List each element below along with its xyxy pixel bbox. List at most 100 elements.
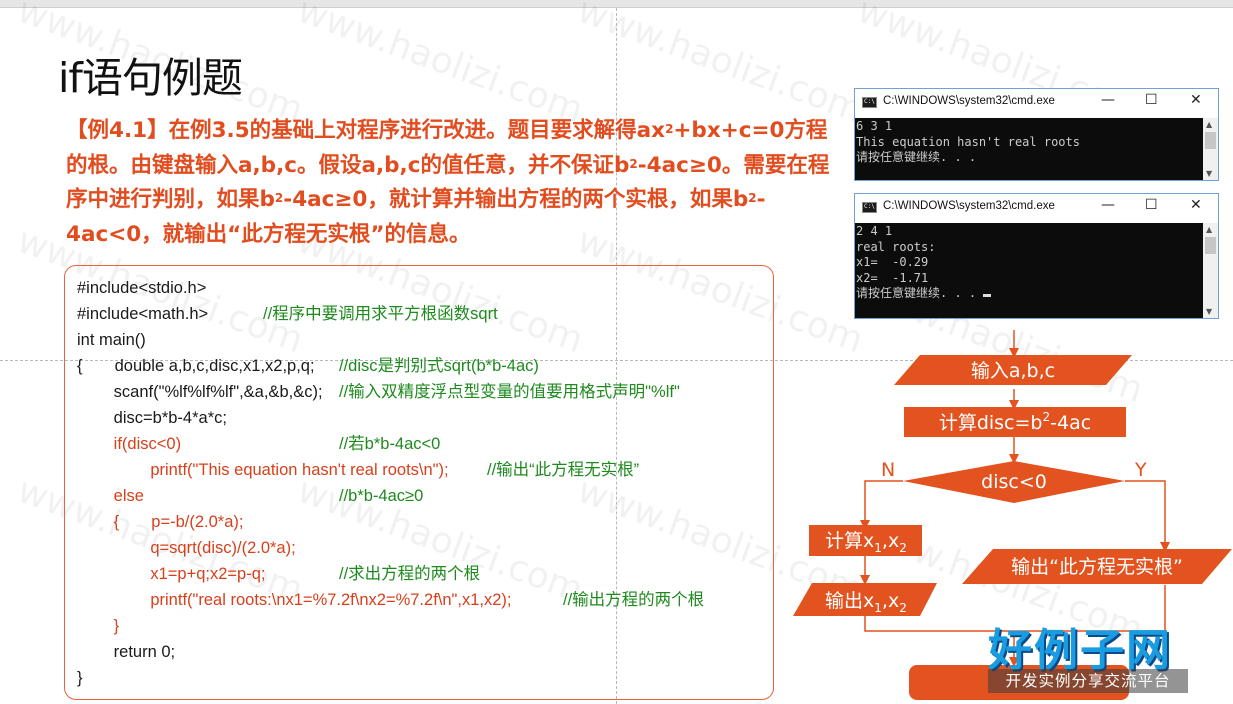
intro-text: 【例4.1】在例3.5的基础上对程序进行改进。题目要求解得ax xyxy=(66,118,666,143)
code-text: disc=b*b-4*a*c; xyxy=(77,409,227,427)
code-text: { double a,b,c,disc,x1,x2,p,q; xyxy=(77,357,315,375)
code-line: printf("real roots:\nx1=%7.2f\nx2=%7.2f\… xyxy=(77,587,773,613)
scrollbar-thumb[interactable] xyxy=(1205,237,1216,254)
console-window-2[interactable]: C:\WINDOWS\system32\cmd.exe — ☐ ✕ 2 4 1r… xyxy=(854,193,1219,319)
console-output: 6 3 1 This equation hasn't real roots 请按任意… xyxy=(855,118,1218,180)
code-comment: //输出方程的两个根 xyxy=(563,591,705,609)
console-text: 2 4 1 real roots: x1= -0.29 x2= -1.71 请按任意键继… xyxy=(855,223,1218,302)
code-line: } xyxy=(77,613,773,639)
close-button[interactable]: ✕ xyxy=(1190,92,1202,108)
code-comment: //求出方程的两个根 xyxy=(339,565,481,583)
code-line: { p=-b/(2.0*a); xyxy=(77,509,773,535)
code-text: return 0; xyxy=(77,643,176,661)
scroll-up-icon[interactable]: ▲ xyxy=(1206,225,1212,234)
subscript: 2 xyxy=(899,601,907,615)
scrollbar[interactable]: ▲ ▼ xyxy=(1203,118,1218,180)
code-line: if(disc<0) //若b*b-4ac<0 xyxy=(77,431,773,457)
code-text: } xyxy=(77,669,83,687)
code-line: else //b*b-4ac≥0 xyxy=(77,483,773,509)
cmd-icon xyxy=(862,202,877,213)
code-text: { p=-b/(2.0*a); xyxy=(77,513,244,531)
slide-title: if语句例题 xyxy=(58,54,243,102)
console-titlebar[interactable]: C:\WINDOWS\system32\cmd.exe — ☐ ✕ xyxy=(855,194,1218,223)
code-text: x1=p+q;x2=p-q; xyxy=(77,565,266,583)
code-line: printf("This equation hasn't real roots\… xyxy=(77,457,773,483)
scroll-up-icon[interactable]: ▲ xyxy=(1206,120,1212,129)
code-comment: //b*b-4ac≥0 xyxy=(339,487,424,505)
compute-disc-label: 计算disc=b2-4ac xyxy=(939,410,1091,434)
code-line: x1=p+q;x2=p-q; //求出方程的两个根 xyxy=(77,561,773,587)
scrollbar-thumb[interactable] xyxy=(1205,132,1216,149)
console-title: C:\WINDOWS\system32\cmd.exe xyxy=(883,95,1055,107)
code-text: else xyxy=(77,487,144,505)
code-text: int main() xyxy=(77,331,146,349)
yes-label: Y xyxy=(1134,459,1147,481)
subscript: 1 xyxy=(874,541,882,555)
code-text: printf("This equation hasn't real roots\… xyxy=(77,461,449,479)
console-window-1[interactable]: C:\WINDOWS\system32\cmd.exe — ☐ ✕ 6 3 1T… xyxy=(854,88,1219,181)
console-line: This equation hasn't real roots xyxy=(856,134,1080,149)
code-comment: //输出“此方程无实根” xyxy=(487,461,640,479)
code-line: scanf("%lf%lf%lf",&a,&b,&c); //输入双精度浮点型变量… xyxy=(77,379,773,405)
scroll-down-icon[interactable]: ▼ xyxy=(1206,307,1212,316)
text-cursor xyxy=(983,294,992,297)
console-titlebar[interactable]: C:\WINDOWS\system32\cmd.exe — ☐ ✕ xyxy=(855,89,1218,118)
superscript: 2 xyxy=(629,156,638,171)
watermark: www.haolizi.com xyxy=(292,0,589,132)
maximize-button[interactable]: ☐ xyxy=(1145,92,1158,108)
code-line: #include<stdio.h> xyxy=(77,275,773,301)
input-label: 输入a,b,c xyxy=(971,360,1055,382)
console-line: 6 3 1 xyxy=(856,119,893,133)
compute-roots-text: 计算x xyxy=(825,530,874,552)
minimize-button[interactable]: — xyxy=(1101,197,1115,213)
var-x: x xyxy=(888,590,899,612)
haolizi-logo: 好例子网 开发实例分享交流平台 xyxy=(988,614,1193,696)
output-no-roots-label: 输出“此方程无实根” xyxy=(1011,556,1183,578)
cmd-icon xyxy=(862,97,877,108)
console-title: C:\WINDOWS\system32\cmd.exe xyxy=(883,200,1055,212)
logo-subtitle: 开发实例分享交流平台 xyxy=(988,669,1188,693)
console-line: 2 4 1 xyxy=(856,224,893,238)
decision-label: disc<0 xyxy=(981,471,1047,493)
close-button[interactable]: ✕ xyxy=(1190,197,1202,213)
console-line-text: 请按任意键继续. . . xyxy=(856,286,984,300)
subscript: 2 xyxy=(899,541,907,555)
var-x: x xyxy=(888,530,899,552)
console-output: 2 4 1 real roots: x1= -0.29 x2= -1.71 请按任意键继… xyxy=(855,223,1218,318)
code-text: q=sqrt(disc)/(2.0*a); xyxy=(77,539,296,557)
console-text: 6 3 1 This equation hasn't real roots 请按任意… xyxy=(855,118,1218,166)
superscript: 2 xyxy=(665,122,674,136)
superscript: 2 xyxy=(274,191,284,205)
code-text: scanf("%lf%lf%lf",&a,&b,&c); xyxy=(77,383,323,401)
output-roots-text: 输出x xyxy=(825,590,874,612)
compute-disc-text: 计算disc=b xyxy=(939,412,1043,434)
code-text: #include<stdio.h> xyxy=(77,279,207,297)
superscript: 2 xyxy=(748,191,757,205)
console-line: x1= -0.29 xyxy=(856,255,929,269)
code-comment: //输入双精度浮点型变量的值要用格式声明"%lf" xyxy=(339,383,680,401)
code-block: #include<stdio.h> #include<math.h> //程序中要… xyxy=(64,265,774,700)
problem-statement: 【例4.1】在例3.5的基础上对程序进行改进。题目要求解得ax2+bx+c=0方… xyxy=(66,114,836,252)
code-text: } xyxy=(77,617,120,635)
subscript: 1 xyxy=(874,601,882,615)
intro-text: -4ac≥0，就计算并输出方程的两个实根，如果b xyxy=(283,187,749,212)
scrollbar[interactable]: ▲ ▼ xyxy=(1203,223,1218,318)
code-comment: //程序中要调用求平方根函数sqrt xyxy=(263,305,498,323)
code-line: int main() xyxy=(77,327,773,353)
code-text: printf("real roots:\nx1=%7.2f\nx2=%7.2f\… xyxy=(77,591,512,609)
maximize-button[interactable]: ☐ xyxy=(1145,197,1158,213)
code-line: #include<math.h> //程序中要调用求平方根函数sqrt xyxy=(77,301,773,327)
console-line: x2= -1.71 xyxy=(856,270,929,285)
scroll-down-icon[interactable]: ▼ xyxy=(1206,169,1212,178)
code-comment: //若b*b-4ac<0 xyxy=(339,435,441,453)
compute-roots-label: 计算x1,x2 xyxy=(825,530,907,555)
code-text: #include<math.h> xyxy=(77,305,209,323)
minimize-button[interactable]: — xyxy=(1101,92,1115,108)
console-line: 请按任意键继续. . . xyxy=(856,286,1218,302)
superscript: 2 xyxy=(1042,410,1050,424)
code-line: disc=b*b-4*a*c; xyxy=(77,405,773,431)
no-label: N xyxy=(881,459,895,481)
code-text: if(disc<0) xyxy=(77,435,182,453)
code-line: } xyxy=(77,665,773,691)
console-line: 请按任意键继续. . . xyxy=(856,150,977,164)
